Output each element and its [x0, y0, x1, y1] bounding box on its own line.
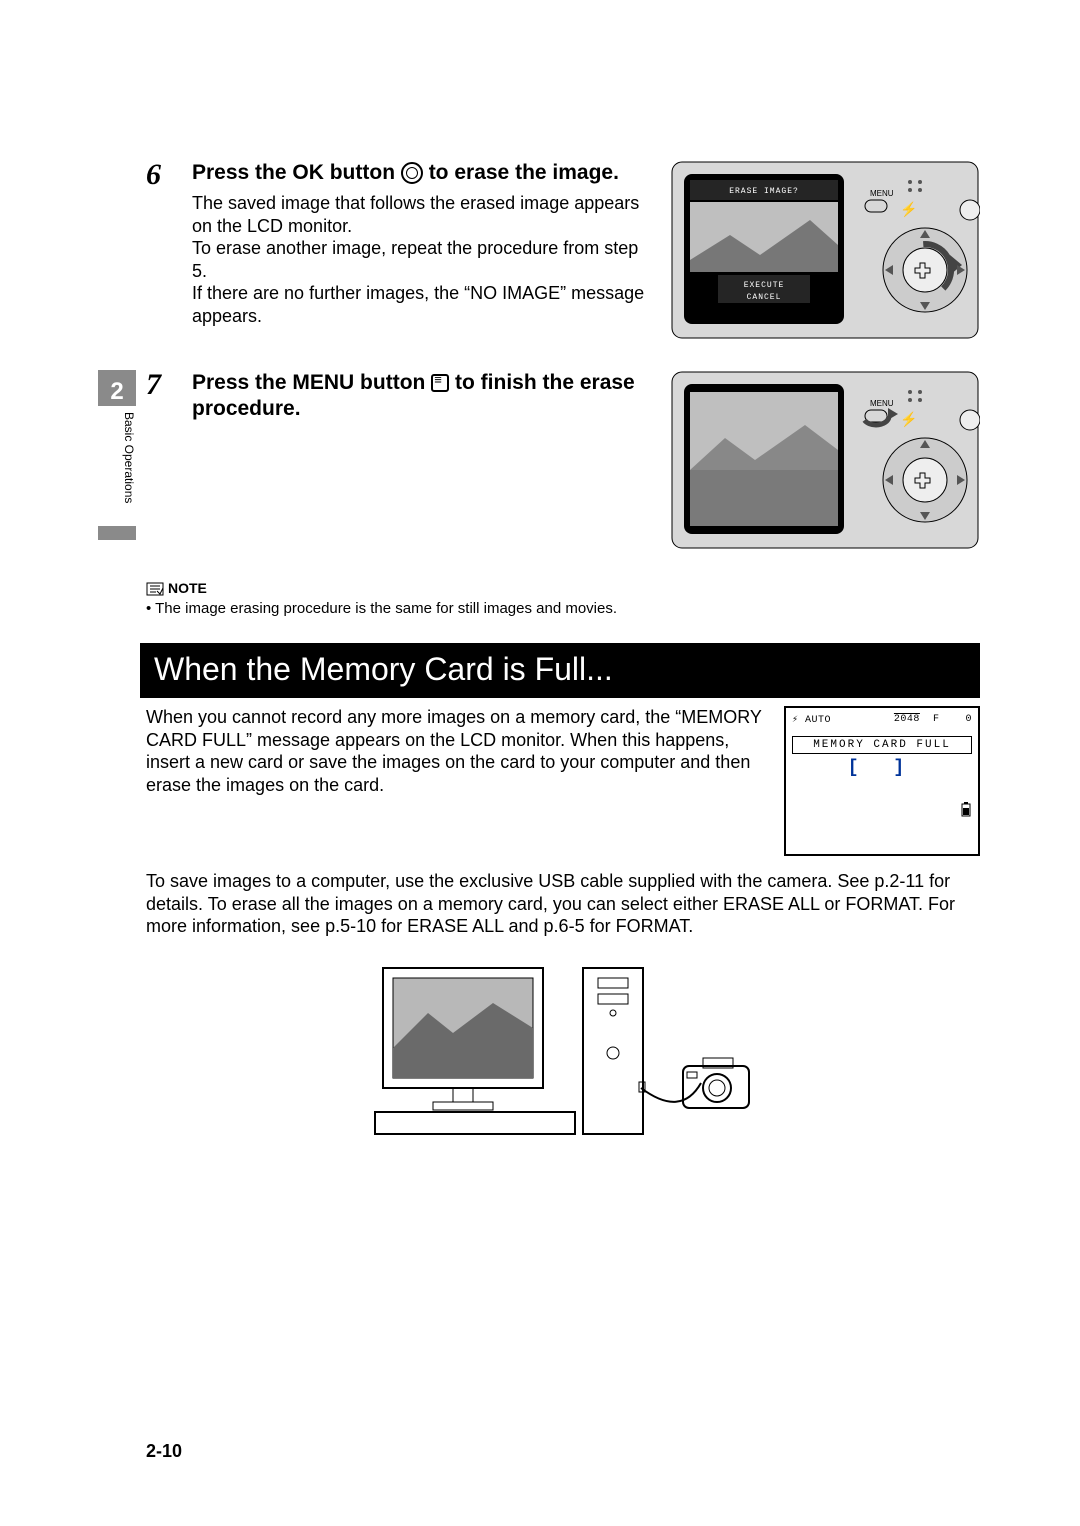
note-text: • The image erasing procedure is the sam…	[146, 600, 980, 617]
control-dpad-6	[883, 228, 967, 312]
memory-full-body: When you cannot record any more images o…	[146, 706, 980, 856]
svg-text:⚡: ⚡	[900, 201, 917, 218]
step-6-title-pre: Press the OK button	[192, 161, 401, 184]
chapter-side-tab: 2 Basic Operations	[98, 370, 136, 540]
step-7-body: Press the MENU button to finish the eras…	[192, 370, 652, 550]
ok-button-icon	[401, 162, 423, 184]
lcd-execute: EXECUTE	[744, 281, 785, 290]
svg-text:⚡: ⚡	[900, 411, 917, 428]
memory-full-para1: When you cannot record any more images o…	[146, 706, 768, 856]
lcd-image-size: 2048	[894, 714, 920, 725]
lcd-quality: F	[933, 714, 940, 725]
step-6-paragraph: The saved image that follows the erased …	[192, 192, 652, 327]
menu-button-icon	[431, 374, 449, 392]
step-7-title-pre: Press the MENU button	[192, 371, 431, 394]
chapter-title: Basic Operations	[98, 406, 136, 526]
computer-camera-illustration	[373, 958, 753, 1138]
step-6-body: Press the OK button to erase the image. …	[192, 160, 652, 340]
lcd-top-row: ⚡ AUTO 2048 F 0	[792, 714, 972, 726]
lcd-screen-memory-full: ⚡ AUTO 2048 F 0 MEMORY CARD FULL [ ]	[784, 706, 980, 856]
step-number-6: 6	[146, 160, 174, 340]
lcd-focus-brackets: [ ]	[792, 758, 972, 778]
menu-label-6: MENU	[870, 189, 894, 198]
lcd-cancel: CANCEL	[747, 293, 782, 302]
note-block: NOTE • The image erasing procedure is th…	[146, 580, 980, 617]
step-7: 7 Press the MENU button to finish the er…	[146, 370, 980, 550]
step-6-title-post: to erase the image.	[423, 161, 619, 184]
manual-page: 2 Basic Operations 6 Press the OK button…	[0, 0, 1080, 1526]
memory-full-para2: To save images to a computer, use the ex…	[146, 870, 980, 938]
camera-illustration-erase: ERASE IMAGE? EXECUTE CANCEL MENU ⚡	[670, 160, 980, 340]
page-number: 2-10	[146, 1441, 182, 1462]
lcd-erase-header: ERASE IMAGE?	[729, 187, 799, 196]
section-heading-memory-full: When the Memory Card is Full...	[140, 643, 980, 698]
camera-illustration-menu: MENU ⚡	[670, 370, 980, 550]
step-6: 6 Press the OK button to erase the image…	[146, 160, 980, 340]
chapter-number: 2	[98, 370, 136, 406]
lcd-battery-icon	[792, 802, 972, 822]
step-7-title: Press the MENU button to finish the eras…	[192, 370, 652, 423]
lcd-count: 0	[965, 714, 972, 725]
note-label: NOTE	[146, 580, 207, 596]
step-6-title: Press the OK button to erase the image.	[192, 160, 652, 186]
control-dpad-7	[883, 438, 967, 522]
note-icon	[146, 582, 164, 596]
lcd-flash-mode: ⚡ AUTO	[792, 714, 831, 726]
page-content: 6 Press the OK button to erase the image…	[146, 160, 980, 1138]
lcd-message-memory-full: MEMORY CARD FULL	[792, 736, 972, 754]
step-number-7: 7	[146, 370, 174, 550]
menu-label-7: MENU	[870, 399, 894, 408]
